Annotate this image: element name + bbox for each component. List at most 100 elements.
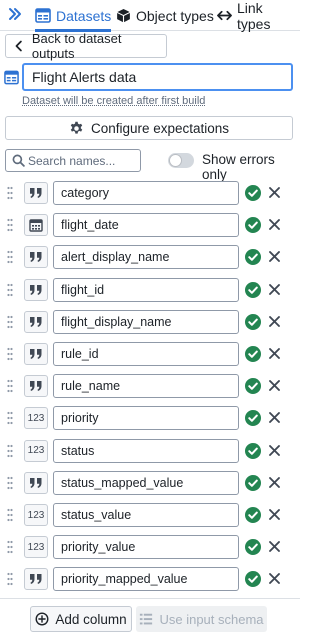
column-type-button[interactable] (24, 343, 48, 365)
remove-column-icon[interactable] (268, 283, 281, 296)
remove-column-icon[interactable] (268, 411, 281, 424)
column-type-button[interactable] (24, 214, 48, 237)
column-name-input[interactable] (53, 181, 239, 205)
column-row: 123 (0, 405, 300, 431)
column-type-button[interactable] (24, 375, 48, 398)
configure-button-label: Configure expectations (90, 120, 230, 136)
column-name-input[interactable] (53, 438, 239, 463)
column-row (0, 309, 300, 335)
dataset-icon (35, 8, 51, 23)
add-circle-icon (35, 612, 49, 626)
column-name-input[interactable] (53, 503, 239, 527)
collapse-panel-button[interactable] (8, 6, 24, 24)
back-to-dataset-outputs-button[interactable]: Back to dataset outputs (5, 31, 167, 61)
drag-handle-icon[interactable] (7, 540, 13, 554)
tick-circle-icon (245, 474, 261, 491)
quote-icon (30, 381, 42, 392)
tick-circle-icon (245, 410, 261, 427)
column-name-input[interactable] (53, 374, 239, 399)
drag-handle-icon[interactable] (7, 218, 13, 232)
remove-column-icon[interactable] (268, 444, 281, 457)
column-name-input[interactable] (53, 213, 239, 238)
tick-circle-icon (245, 217, 261, 234)
column-type-button[interactable] (24, 182, 48, 204)
dataset-name-input[interactable] (22, 63, 293, 91)
remove-column-icon[interactable] (268, 379, 281, 392)
column-row (0, 470, 300, 496)
drag-handle-icon[interactable] (7, 379, 13, 393)
column-type-button[interactable]: 123 (24, 439, 48, 462)
column-type-button[interactable] (24, 278, 48, 301)
column-type-button[interactable] (24, 471, 48, 494)
quote-icon (30, 477, 42, 488)
configure-expectations-button[interactable]: Configure expectations (5, 116, 293, 140)
remove-column-icon[interactable] (268, 347, 281, 360)
remove-column-icon[interactable] (268, 476, 281, 489)
drag-handle-icon[interactable] (7, 315, 13, 329)
column-row: 123 (0, 502, 300, 528)
remove-column-icon[interactable] (268, 572, 281, 585)
tick-circle-icon (245, 442, 261, 459)
number-type-label: 123 (27, 509, 45, 521)
drag-handle-icon[interactable] (7, 572, 13, 586)
calendar-icon (29, 219, 43, 232)
tick-circle-icon (245, 539, 261, 556)
column-type-button[interactable]: 123 (24, 407, 48, 430)
drag-handle-icon[interactable] (7, 347, 13, 361)
remove-column-icon[interactable] (268, 186, 281, 199)
column-row (0, 180, 300, 206)
drag-handle-icon[interactable] (7, 444, 13, 458)
show-errors-toggle[interactable] (168, 153, 194, 168)
dataset-icon (4, 70, 19, 85)
column-name-input[interactable] (53, 342, 239, 366)
remove-column-icon[interactable] (268, 250, 281, 263)
remove-column-icon[interactable] (268, 218, 281, 231)
drag-handle-icon[interactable] (7, 508, 13, 522)
quote-icon (30, 252, 42, 263)
column-row: 123 (0, 438, 300, 464)
column-type-button[interactable] (24, 246, 48, 269)
column-type-button[interactable]: 123 (24, 504, 48, 526)
remove-column-icon[interactable] (268, 315, 281, 328)
drag-handle-icon[interactable] (7, 186, 13, 200)
number-type-label: 123 (27, 412, 45, 424)
tick-circle-icon (245, 571, 261, 588)
tab-object-types[interactable]: Object types (116, 0, 214, 31)
column-name-input[interactable] (53, 406, 239, 431)
drag-handle-icon[interactable] (7, 476, 13, 490)
column-type-button[interactable] (24, 310, 48, 333)
remove-column-icon[interactable] (268, 508, 281, 521)
column-name-input[interactable] (53, 309, 239, 334)
column-row (0, 244, 300, 270)
tab-datasets[interactable]: Datasets (35, 0, 112, 32)
number-type-label: 123 (27, 445, 45, 457)
gear-icon (70, 121, 83, 134)
drag-handle-icon[interactable] (7, 250, 13, 264)
column-name-input[interactable] (53, 535, 239, 560)
tab-link-types[interactable]: Link types (217, 0, 300, 32)
drag-handle-icon[interactable] (7, 283, 13, 297)
column-name-input[interactable] (53, 277, 239, 302)
use-input-schema-button[interactable]: Use input schema (136, 606, 267, 632)
quote-icon (30, 316, 42, 327)
search-input[interactable] (28, 151, 138, 170)
quote-icon (30, 188, 42, 198)
tick-circle-icon (245, 346, 261, 362)
remove-column-icon[interactable] (268, 540, 281, 553)
column-type-button[interactable]: 123 (24, 536, 48, 559)
quote-icon (30, 349, 42, 359)
use-schema-label: Use input schema (159, 611, 264, 627)
number-type-label: 123 (27, 541, 45, 553)
column-row: 123 (0, 534, 300, 560)
drag-handle-icon[interactable] (7, 411, 13, 425)
tick-circle-icon (245, 281, 261, 298)
column-name-input[interactable] (53, 470, 239, 495)
tick-circle-icon (245, 378, 261, 395)
double-chevron-right-icon (9, 8, 21, 20)
search-names-field[interactable] (5, 149, 141, 172)
quote-icon (30, 574, 42, 585)
add-column-button[interactable]: Add column (30, 606, 132, 632)
column-type-button[interactable] (24, 568, 48, 591)
column-name-input[interactable] (53, 567, 239, 592)
column-name-input[interactable] (53, 245, 239, 270)
